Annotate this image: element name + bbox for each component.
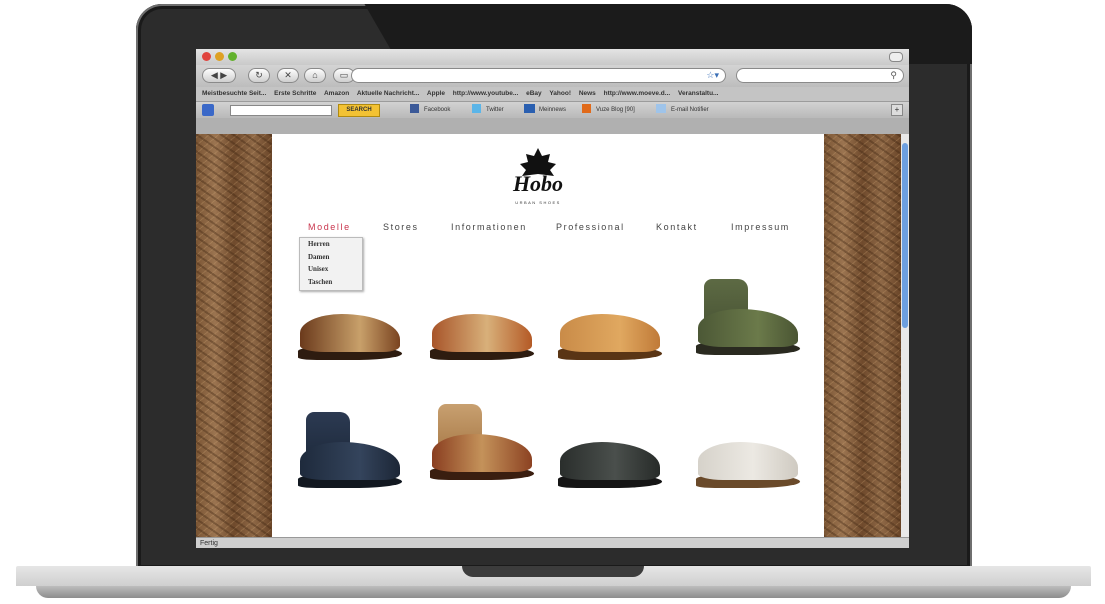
zoom-window-button[interactable] [228,52,237,61]
email-icon [656,104,666,113]
logo-subtitle: URBAN SHOES [515,200,561,205]
toolbar-item-vuze[interactable]: Vuze Blog [90] [596,103,635,117]
navigation-toolbar: ◀ ▶ ↻ ✕ ⌂ ▭ ☆▾ ⚲ [196,65,909,87]
product-image[interactable] [424,384,544,494]
bookmark-item[interactable]: http://www.moeve.d... [604,90,671,97]
logo-text: Hobo [512,171,563,196]
home-icon[interactable]: ⌂ [304,68,326,83]
hobo-logo[interactable]: Hobo URBAN SHOES [498,146,578,210]
nav-modelle[interactable]: Modelle [308,222,351,232]
nav-professional[interactable]: Professional [556,222,625,232]
bookmark-item[interactable]: eBay [526,90,542,97]
nav-stores[interactable]: Stores [383,222,419,232]
browser-window: ◀ ▶ ↻ ✕ ⌂ ▭ ☆▾ ⚲ Meistbesuchte Seit... E… [196,49,909,548]
stop-icon[interactable]: ✕ [277,68,299,83]
laptop-notch [462,566,644,577]
addon-toolbar: SEARCH Facebook Twitter Meinnews Vuze Bl… [196,102,909,118]
bookmark-item[interactable]: Aktuelle Nachricht... [357,90,420,97]
facebook-icon [410,104,419,113]
bookmark-item[interactable]: Amazon [324,90,349,97]
search-input[interactable]: ⚲ [736,68,904,83]
window-titlebar [196,49,909,65]
toolbar-search-input[interactable] [230,105,332,116]
bookmark-item[interactable]: Meistbesuchte Seit... [202,90,266,97]
bookmark-item[interactable]: Erste Schritte [274,90,316,97]
product-image[interactable] [292,392,412,502]
dropdown-item-unisex[interactable]: Unisex [308,263,362,276]
vuze-icon [582,104,591,113]
bookmark-item[interactable]: http://www.youtube... [453,90,518,97]
dropdown-item-taschen[interactable]: Taschen [308,276,362,289]
toolbar-item-facebook[interactable]: Facebook [424,103,450,117]
leather-background-left [196,134,272,537]
product-image[interactable] [552,392,672,502]
toolbar-item-twitter[interactable]: Twitter [486,103,504,117]
bookmark-item[interactable]: Veranstaltu... [678,90,718,97]
bookmark-item[interactable]: Yahoo! [549,90,571,97]
modelle-dropdown-menu: Herren Damen Unisex Taschen [299,237,363,291]
minimize-window-button[interactable] [215,52,224,61]
meinnews-icon [524,104,535,113]
toolbar-item-meinnews[interactable]: Meinnews [539,103,566,117]
toolbar-item-email[interactable]: E-mail Notifier [671,103,709,117]
laptop-base-bottom [36,586,1071,598]
dropdown-item-herren[interactable]: Herren [308,238,362,251]
nav-informationen[interactable]: Informationen [451,222,527,232]
leather-background-right [824,134,901,537]
reload-icon[interactable]: ↻ [248,68,270,83]
product-image[interactable] [552,264,672,374]
bookmark-star-icon[interactable]: ☆▾ [706,69,719,82]
nav-kontakt[interactable]: Kontakt [656,222,698,232]
search-icon[interactable]: ⚲ [890,69,897,82]
status-bar: Fertig [196,537,909,548]
product-image[interactable] [424,264,544,374]
product-image[interactable] [690,392,810,502]
bookmark-item[interactable]: News [579,90,596,97]
twitter-icon [472,104,481,113]
hobo-logo-emblem-icon: Hobo URBAN SHOES [512,148,563,205]
toolbar-search-button[interactable]: SEARCH [338,104,380,117]
nav-impressum[interactable]: Impressum [731,222,790,232]
web-page: Hobo URBAN SHOES Modelle Stores Informat… [196,134,901,537]
bookmarks-bar: Meistbesuchte Seit... Erste Schritte Ama… [196,87,909,102]
toolbar-toggle-button[interactable] [889,52,903,62]
scrollbar-thumb[interactable] [902,143,908,328]
status-text: Fertig [200,540,218,547]
url-input[interactable]: ☆▾ [351,68,726,83]
bookmark-item[interactable]: Apple [427,90,445,97]
dropdown-item-damen[interactable]: Damen [308,251,362,264]
add-icon[interactable]: + [891,104,903,116]
product-image[interactable] [690,259,810,369]
close-window-button[interactable] [202,52,211,61]
toolbar-logo-icon [202,104,214,116]
content-frame-bar [196,118,909,134]
back-forward-button[interactable]: ◀ ▶ [202,68,236,83]
